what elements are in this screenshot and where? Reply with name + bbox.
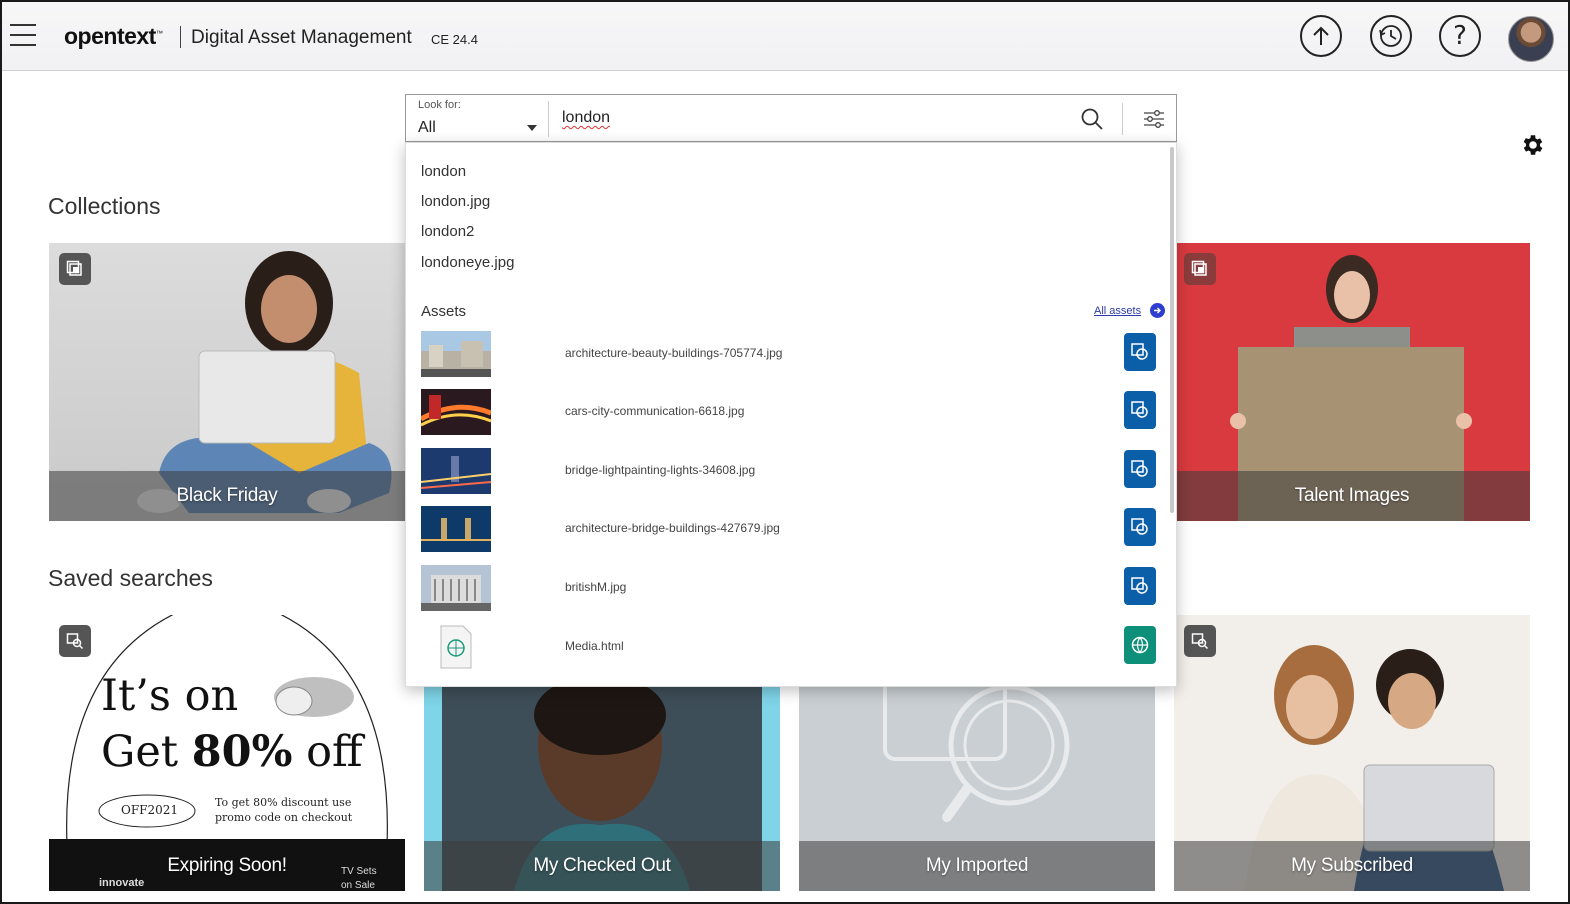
asset-thumbnail [421,448,491,494]
product-version: CE 24.4 [431,32,478,47]
saved-search-label: Expiring Soon! [167,855,287,876]
copy-link-icon [1131,577,1148,594]
copy-link-icon [1131,343,1148,360]
asset-row[interactable]: cars-city-communication-6618.jpg [406,387,1166,437]
search-input[interactable]: london [562,109,1042,127]
search-suggestions-dropdown: london london.jpg london2 londoneye.jpg … [405,142,1177,687]
saved-searches-title: Saved searches [48,565,213,591]
search-bar: Look for: All london [405,94,1177,142]
suggestion-item[interactable]: londoneye.jpg [421,254,514,271]
upload-button[interactable] [1300,15,1342,57]
asset-row[interactable]: britishM.jpg [406,563,1166,613]
asset-action-button[interactable] [1124,567,1156,605]
promo-line1: It’s on [101,671,239,721]
user-avatar[interactable] [1508,16,1554,62]
help-icon: ? [1453,21,1467,51]
copy-link-icon [1131,460,1148,477]
promo-note: To get 80% discount use promo code on che… [215,796,353,824]
history-button[interactable] [1370,15,1412,57]
asset-name: Media.html [565,639,624,653]
asset-action-button[interactable] [1124,391,1156,429]
globe-icon [1131,636,1149,654]
suggestion-item[interactable]: london [421,163,466,180]
collection-badge [59,253,91,285]
copy-link-icon [1131,518,1148,535]
saved-search-label: My Checked Out [424,841,780,891]
asset-row[interactable]: architecture-beauty-buildings-705774.jpg [406,329,1166,379]
asset-name: bridge-lightpainting-lights-34608.jpg [565,463,756,477]
saved-search-badge [59,625,91,657]
collection-badge [1184,253,1216,285]
promo-code: OFF2021 [121,803,179,817]
asset-row[interactable]: Media.html [406,622,1166,672]
asset-thumbnail [421,506,491,552]
saved-search-icon [1191,633,1209,650]
look-for-value: All [418,119,436,136]
look-for-select[interactable]: Look for: All [406,95,548,141]
upload-icon [1313,26,1329,45]
asset-thumbnail [421,331,491,377]
suggestion-item[interactable]: london2 [421,223,474,240]
suggestion-item[interactable]: london.jpg [421,193,490,210]
asset-row[interactable]: bridge-lightpainting-lights-34608.jpg [406,446,1166,496]
asset-action-button[interactable] [1124,450,1156,488]
asset-row[interactable]: architecture-bridge-buildings-427679.jpg [406,504,1166,554]
brand-separator [180,26,181,48]
asset-thumbnail [421,565,491,611]
hamburger-menu-icon[interactable] [10,24,36,46]
arrow-right-icon[interactable] [1150,303,1165,318]
asset-action-button[interactable] [1124,626,1156,664]
asset-name: architecture-beauty-buildings-705774.jpg [565,346,783,360]
assets-section-title: Assets [421,303,467,320]
asset-action-button[interactable] [1124,508,1156,546]
saved-search-label: My Imported [799,841,1155,891]
asset-name: cars-city-communication-6618.jpg [565,404,745,418]
asset-action-button[interactable] [1124,333,1156,371]
top-header: opentext™ Digital Asset Management CE 24… [2,2,1568,71]
saved-search-icon [66,633,84,650]
brand-logo: opentext™ [64,23,163,49]
collection-label: Talent Images [1174,471,1530,521]
dropdown-scrollbar[interactable] [1170,147,1174,513]
look-for-label: Look for: [418,99,461,111]
app-frame: opentext™ Digital Asset Management CE 24… [0,0,1570,904]
saved-search-badge [1184,625,1216,657]
saved-search-tile-expiring-soon[interactable]: It’s on Get 80% off OFF2021 To get 80% d… [49,615,405,891]
help-button[interactable]: ? [1439,15,1481,57]
collections-title: Collections [48,193,161,219]
history-icon [1379,25,1402,47]
collection-icon [1191,260,1207,276]
chevron-down-icon [527,125,537,131]
collection-tile-black-friday[interactable]: Black Friday [49,243,405,521]
promo-line2: Get 80% off [101,727,363,777]
all-assets-link[interactable]: All assets [1094,305,1141,317]
filter-divider [1122,103,1123,135]
asset-name: architecture-bridge-buildings-427679.jpg [565,521,780,535]
copy-link-icon [1131,401,1148,418]
saved-search-tile-my-subscribed[interactable]: My Subscribed [1174,615,1530,891]
collection-icon [66,260,82,276]
search-icon[interactable] [1080,107,1104,131]
saved-search-label: My Subscribed [1174,841,1530,891]
search-divider [548,101,549,137]
product-name: Digital Asset Management [191,27,412,48]
asset-name: britishM.jpg [565,580,627,594]
gear-icon[interactable] [1520,132,1546,158]
collection-label: Black Friday [49,471,405,521]
asset-thumbnail [421,389,491,435]
collection-tile-talent-images[interactable]: Talent Images [1174,243,1530,521]
html-file-icon [440,625,472,669]
filter-icon[interactable] [1143,109,1165,129]
